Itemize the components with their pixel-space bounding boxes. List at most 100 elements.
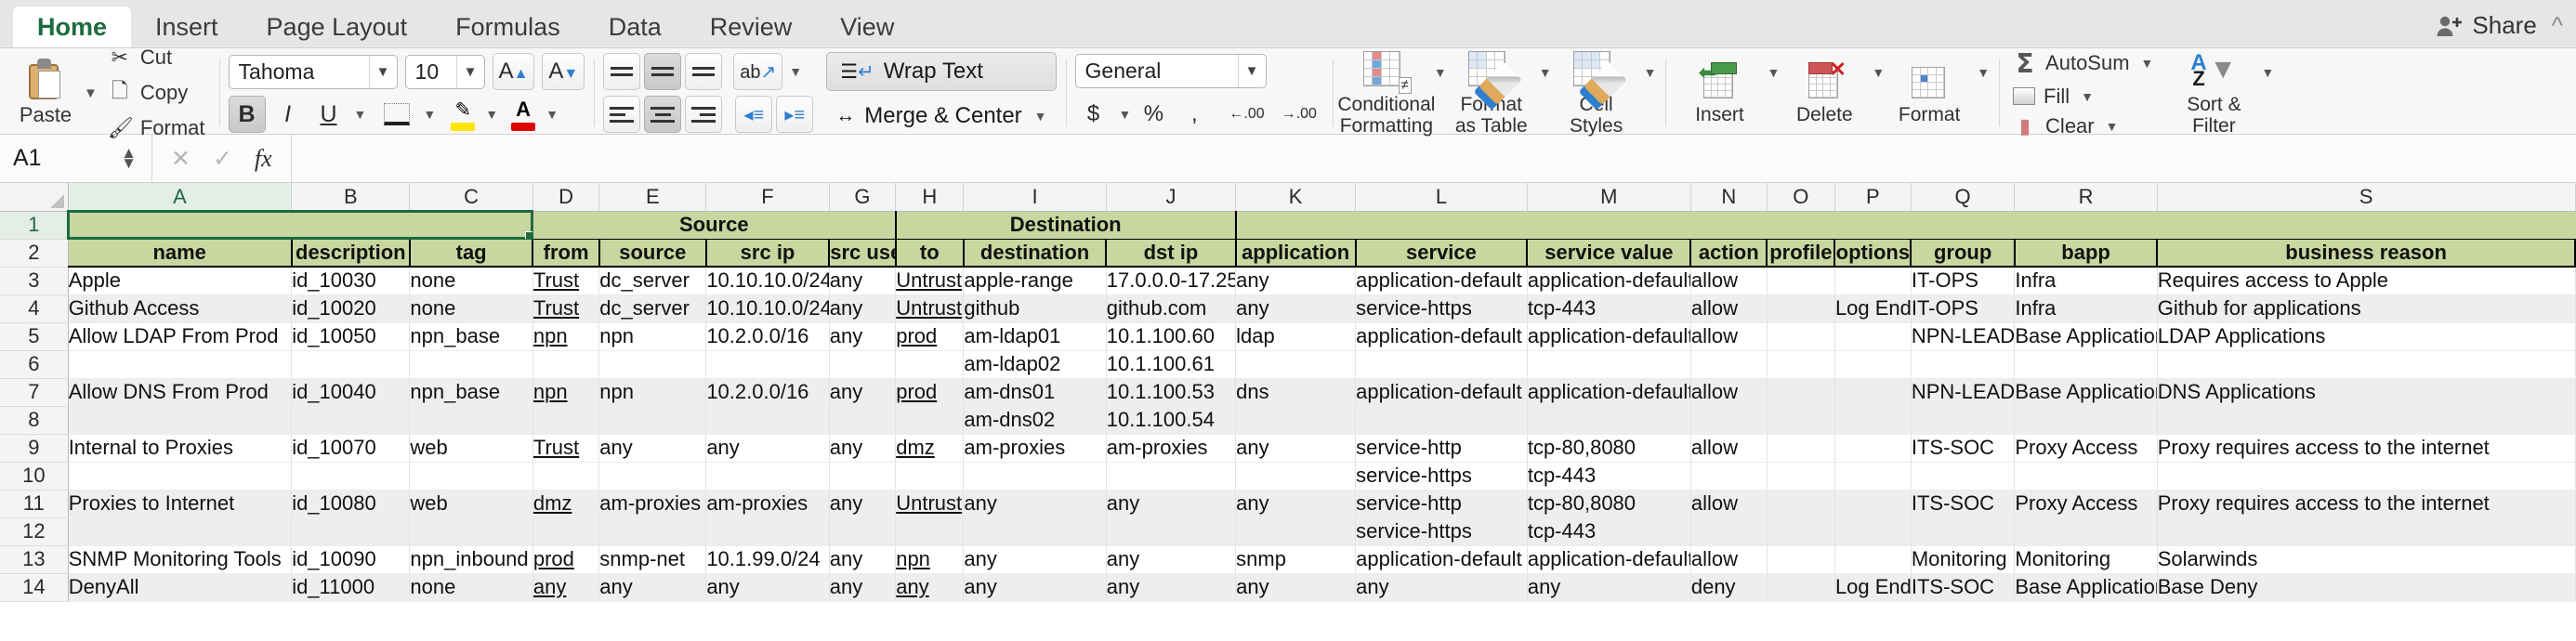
row-header-11[interactable]: 11 (0, 490, 69, 518)
column-header-N[interactable]: N (1690, 183, 1768, 212)
cell-J11[interactable]: any (1106, 490, 1237, 518)
column-header-E[interactable]: E (598, 183, 707, 212)
cell-D5[interactable]: npn (532, 322, 600, 351)
cell-I5[interactable]: am-ldap01 (963, 322, 1107, 351)
name-box-spinner[interactable]: ▲ ▼ (121, 145, 137, 170)
cell-B7[interactable]: id_10040 (291, 378, 411, 407)
orientation-dropdown-caret[interactable]: ▼ (789, 64, 802, 79)
cell-O9[interactable] (1767, 434, 1835, 463)
column-header-O[interactable]: O (1767, 183, 1835, 212)
cell-K13[interactable]: snmp (1235, 545, 1357, 574)
cell-B8[interactable] (291, 406, 411, 435)
cell-D4[interactable]: Trust (532, 294, 600, 323)
align-left-button[interactable] (603, 96, 641, 133)
cell-K5[interactable]: ldap (1235, 322, 1357, 351)
table-row[interactable]: 12 service-https tcp-443 (0, 517, 2576, 546)
cell-B10[interactable] (291, 462, 411, 491)
cell-R11[interactable]: Proxy Access (2014, 490, 2158, 518)
tab-insert[interactable]: Insert (131, 7, 243, 47)
cell-M12[interactable]: tcp-443 (1527, 517, 1691, 546)
cell-Q3[interactable]: IT-OPS (1911, 267, 2016, 295)
cell-L5[interactable]: application-default (1355, 322, 1528, 351)
cell-L4[interactable]: service-https (1355, 294, 1528, 323)
field-header-description[interactable]: description (291, 239, 411, 268)
cell-D10[interactable] (532, 462, 600, 491)
align-center-button[interactable] (644, 96, 682, 133)
merge-dropdown-caret[interactable]: ▼ (1034, 109, 1047, 124)
column-header-G[interactable]: G (829, 183, 897, 212)
cell-F10[interactable] (705, 462, 830, 491)
underline-button[interactable]: U (310, 96, 348, 133)
cell-A13[interactable]: SNMP Monitoring Tools (68, 545, 293, 574)
cell-A12[interactable] (68, 517, 293, 546)
field-header-to[interactable]: to (895, 239, 965, 268)
group-header-blank[interactable] (1767, 211, 1835, 240)
cell-J7[interactable]: 10.1.100.53 (1106, 378, 1237, 407)
increase-indent-button[interactable]: ▸≡ (776, 96, 814, 133)
cell-H7[interactable]: prod (895, 378, 965, 407)
cell-I12[interactable] (963, 517, 1107, 546)
cell-B12[interactable] (291, 517, 411, 546)
cell-O8[interactable] (1767, 406, 1835, 435)
cell-N9[interactable]: allow (1690, 434, 1768, 463)
tab-data[interactable]: Data (585, 7, 686, 47)
cell-J12[interactable] (1106, 517, 1237, 546)
cell-C10[interactable] (409, 462, 533, 491)
table-row[interactable]: 6 am-ldap02 10.1.100.61 (0, 350, 2576, 379)
field-header-service-value[interactable]: service value (1527, 239, 1692, 268)
column-header-S[interactable]: S (2157, 183, 2576, 212)
merge-center-button[interactable]: ↔ Merge & Center ▼ (826, 98, 1056, 134)
currency-dropdown-caret[interactable]: ▼ (1119, 107, 1132, 122)
cell-J13[interactable]: any (1106, 545, 1237, 574)
cell-J9[interactable]: am-proxies (1106, 434, 1237, 463)
cell-C7[interactable]: npn_base (409, 378, 533, 407)
cell-B11[interactable]: id_10080 (291, 490, 411, 518)
cell-M13[interactable]: application-default (1527, 545, 1691, 574)
align-top-button[interactable] (603, 53, 641, 90)
cell-B14[interactable]: id_11000 (291, 573, 411, 602)
field-header-profile[interactable]: profile (1767, 239, 1836, 268)
number-format-select[interactable]: General ▼ (1074, 53, 1267, 88)
cell-L14[interactable]: any (1355, 573, 1528, 602)
row-header-4[interactable]: 4 (0, 294, 69, 323)
cell-R3[interactable]: Infra (2014, 267, 2158, 295)
cell-D6[interactable] (532, 350, 600, 379)
format-as-table-caret[interactable]: ▼ (1539, 65, 1552, 80)
group-header-blank[interactable] (1911, 211, 2016, 240)
cell-O7[interactable] (1767, 378, 1835, 407)
cell-I10[interactable] (963, 462, 1107, 491)
row-header-13[interactable]: 13 (0, 545, 69, 574)
cell-J6[interactable]: 10.1.100.61 (1106, 350, 1237, 379)
group-header-blank[interactable] (1235, 211, 1357, 240)
cell-Q8[interactable] (1911, 406, 2016, 435)
cell-D7[interactable]: npn (532, 378, 600, 407)
cell-S8[interactable] (2157, 406, 2576, 435)
cell-N8[interactable] (1690, 406, 1768, 435)
cell-Q6[interactable] (1911, 350, 2016, 379)
cell-G6[interactable] (829, 350, 897, 379)
cell-E12[interactable] (598, 517, 707, 546)
cell-F11[interactable]: am-proxies (705, 490, 830, 518)
table-row[interactable]: 4 Github Access id_10020 none Trust dc_server… (0, 294, 2576, 323)
cell-E7[interactable]: npn (598, 378, 707, 407)
cell-N10[interactable] (1690, 462, 1768, 491)
cell-N12[interactable] (1690, 517, 1768, 546)
cell-I3[interactable]: apple-range (963, 267, 1107, 295)
cell-R5[interactable]: Base Applications (2014, 322, 2158, 351)
format-cells-caret[interactable]: ▼ (1977, 65, 1990, 80)
align-middle-button[interactable] (644, 53, 682, 90)
cell-D8[interactable] (532, 406, 600, 435)
cell-A4[interactable]: Github Access (68, 294, 293, 323)
cell-G4[interactable]: any (829, 294, 897, 323)
align-right-button[interactable] (685, 96, 723, 133)
column-header-Q[interactable]: Q (1911, 183, 2016, 212)
cell-J5[interactable]: 10.1.100.60 (1106, 322, 1237, 351)
cell-Q10[interactable] (1911, 462, 2016, 491)
cancel-icon[interactable]: ✕ (171, 145, 191, 173)
cell-E11[interactable]: am-proxies (598, 490, 707, 518)
cell-S6[interactable] (2157, 350, 2576, 379)
format-cells-button[interactable]: Format (1885, 59, 1974, 126)
italic-button[interactable]: I (269, 96, 307, 133)
cell-B4[interactable]: id_10020 (291, 294, 411, 323)
cell-E8[interactable] (598, 406, 707, 435)
